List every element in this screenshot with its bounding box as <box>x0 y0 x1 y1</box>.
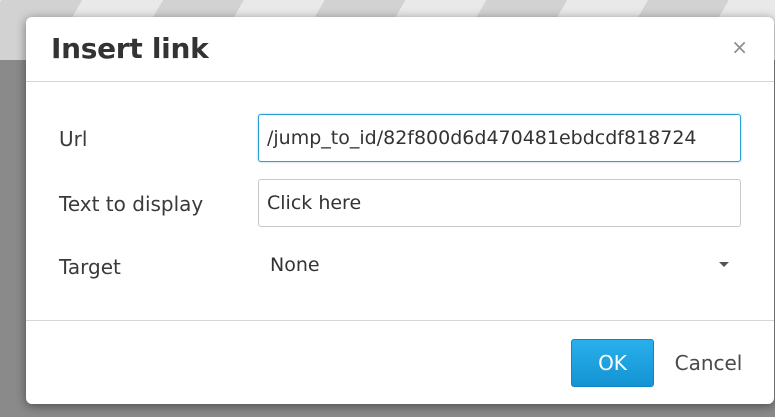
close-icon[interactable]: × <box>731 37 748 57</box>
dialog-title: Insert link <box>51 32 209 65</box>
target-select-value: None <box>270 254 320 276</box>
target-select[interactable]: None <box>258 242 741 290</box>
url-input[interactable] <box>258 114 741 162</box>
dialog-header: Insert link × <box>26 17 774 82</box>
ok-button[interactable]: OK <box>571 339 654 387</box>
chevron-down-icon <box>719 262 729 267</box>
insert-link-dialog: Insert link × Url Text to display Target… <box>26 17 774 404</box>
url-label: Url <box>59 127 88 151</box>
target-label: Target <box>59 255 121 279</box>
text-to-display-label: Text to display <box>59 192 204 216</box>
text-to-display-input[interactable] <box>258 179 741 227</box>
dialog-footer: OK Cancel <box>26 320 774 404</box>
cancel-button[interactable]: Cancel <box>666 339 751 387</box>
